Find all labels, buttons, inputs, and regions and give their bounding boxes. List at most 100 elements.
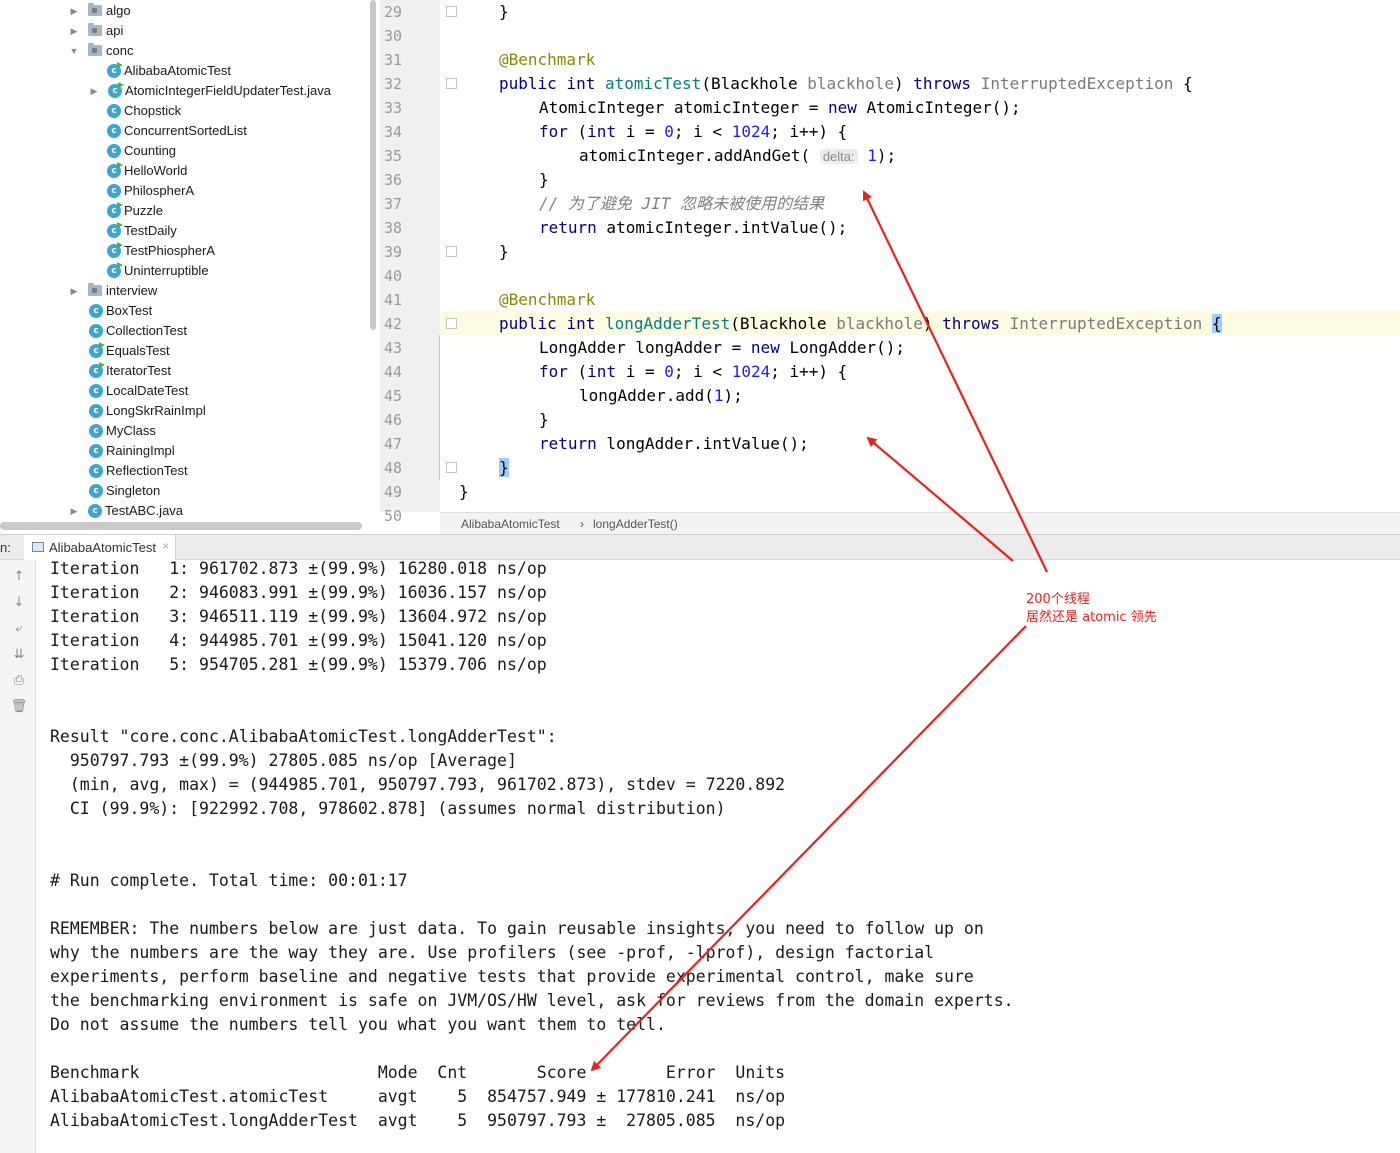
- code-token: }: [539, 170, 549, 189]
- tree-item[interactable]: c Chopstick: [0, 101, 370, 121]
- project-tree-vertical-scrollbar[interactable]: [370, 0, 376, 330]
- package-folder-icon: [88, 283, 102, 296]
- line-number: 32: [384, 75, 403, 93]
- tree-item[interactable]: ▶ algo: [0, 1, 370, 21]
- tree-item[interactable]: ▶ api: [0, 21, 370, 41]
- tree-item[interactable]: c BoxTest: [0, 301, 370, 321]
- annotation-note-line-2: 居然还是 atomic 领先: [1026, 610, 1157, 625]
- tree-item[interactable]: c ReflectionTest: [0, 461, 370, 481]
- annotation-note-line-1: 200个线程: [1026, 592, 1090, 607]
- line-number: 38: [384, 219, 403, 237]
- tree-item[interactable]: c HelloWorld: [0, 161, 370, 181]
- class-icon: c: [89, 404, 103, 418]
- code-token: {: [1173, 74, 1193, 93]
- number-token: 0: [664, 362, 674, 381]
- expand-arrow-down-icon[interactable]: ▼: [69, 41, 79, 61]
- fold-marker[interactable]: [446, 318, 457, 329]
- expand-arrow-right-icon[interactable]: ▶: [69, 1, 79, 21]
- tree-item[interactable]: c TestPhiospherA: [0, 241, 370, 261]
- tree-item-label: Uninterruptible: [124, 263, 209, 278]
- code-line-44: for (int i = 0; i < 1024; i++) {: [539, 360, 847, 384]
- project-tree-horizontal-scrollbar[interactable]: [0, 522, 362, 530]
- tree-item[interactable]: c Puzzle: [0, 201, 370, 221]
- print-icon[interactable]: ⎙: [10, 672, 28, 690]
- tree-item[interactable]: c EqualsTest: [0, 341, 370, 361]
- console-line: AlibabaAtomicTest.longAdderTest avgt 5 9…: [50, 1111, 786, 1130]
- expand-arrow-right-icon[interactable]: ▶: [89, 81, 99, 101]
- scroll-down-icon[interactable]: ↓: [10, 594, 28, 612]
- scroll-to-end-icon[interactable]: ⇊: [10, 646, 28, 664]
- tree-item[interactable]: c Uninterruptible: [0, 261, 370, 281]
- scroll-up-icon[interactable]: ↑: [10, 568, 28, 586]
- project-tree: ▶ algo ▶ api ▼ conc c AlibabaAtomicTest ▶ c Atomic…: [0, 0, 372, 521]
- tree-item-label: api: [106, 23, 124, 38]
- trash-icon[interactable]: 🗑: [10, 698, 28, 716]
- close-icon[interactable]: ×: [162, 539, 169, 553]
- tree-item[interactable]: c IteratorTest: [0, 361, 370, 381]
- code-line-31: @Benchmark: [499, 48, 595, 72]
- tree-item[interactable]: c AlibabaAtomicTest: [0, 61, 370, 81]
- tree-item[interactable]: c Counting: [0, 141, 370, 161]
- class-runnable-icon: c: [107, 224, 121, 238]
- keyword-token: public: [499, 314, 557, 333]
- keyword-token: new: [827, 98, 857, 117]
- tree-item-label: AtomicIntegerFieldUpdaterTest.java: [125, 83, 331, 98]
- tree-item[interactable]: ▼ conc: [0, 41, 370, 61]
- line-number: 35: [384, 147, 403, 165]
- line-number: 47: [384, 435, 403, 453]
- matched-brace: }: [499, 458, 509, 477]
- code-token: AtomicInteger();: [856, 98, 1021, 117]
- tree-item[interactable]: ▶ interview: [0, 281, 370, 301]
- tree-item[interactable]: ▶ c TestABC.java: [0, 501, 370, 521]
- code-token: longAdder.add(: [579, 386, 714, 405]
- breadcrumb-class[interactable]: AlibabaAtomicTest: [461, 513, 560, 535]
- tree-item-label: LongSkrRainImpl: [106, 403, 206, 418]
- tree-item[interactable]: c LocalDateTest: [0, 381, 370, 401]
- line-number: 31: [384, 51, 403, 69]
- fold-marker[interactable]: [446, 78, 457, 89]
- code-token: }: [459, 482, 469, 501]
- soft-wrap-icon[interactable]: ⤶: [10, 620, 28, 638]
- tree-item[interactable]: c LongSkrRainImpl: [0, 401, 370, 421]
- line-number: 33: [384, 99, 403, 117]
- tree-item[interactable]: c PhilospherA: [0, 181, 370, 201]
- code-token: ; i <: [673, 362, 732, 381]
- console-line: Iteration 3: 946511.119 ±(99.9%) 13604.9…: [50, 607, 547, 626]
- tree-item[interactable]: c ConcurrentSortedList: [0, 121, 370, 141]
- tree-item-label: TestABC.java: [105, 503, 184, 518]
- keyword-token: int: [587, 122, 617, 141]
- tree-item[interactable]: c Singleton: [0, 481, 370, 501]
- keyword-token: return: [539, 434, 597, 453]
- console-line: REMEMBER: The numbers below are just dat…: [50, 919, 984, 938]
- fold-marker[interactable]: [446, 462, 457, 473]
- class-icon: c: [89, 484, 103, 498]
- expand-arrow-right-icon[interactable]: ▶: [69, 281, 79, 301]
- code-line-39: }: [499, 240, 509, 264]
- breadcrumb-method[interactable]: longAdderTest(): [593, 513, 678, 535]
- code-token: LongAdder longAdder =: [539, 338, 751, 357]
- class-runnable-icon: c: [108, 84, 122, 98]
- expand-arrow-right-icon[interactable]: ▶: [69, 501, 79, 521]
- class-icon: c: [88, 504, 102, 518]
- class-runnable-icon: c: [107, 264, 121, 278]
- line-number: 43: [384, 339, 403, 357]
- code-line-49: }: [459, 480, 469, 504]
- tree-item[interactable]: c MyClass: [0, 421, 370, 441]
- expand-arrow-right-icon[interactable]: ▶: [69, 21, 79, 41]
- tree-item[interactable]: ▶ c AtomicIntegerFieldUpdaterTest.java: [0, 81, 370, 101]
- tree-item[interactable]: c TestDaily: [0, 221, 370, 241]
- fold-marker[interactable]: [446, 246, 457, 257]
- code-token: atomicInteger.intValue();: [596, 218, 848, 237]
- fold-marker[interactable]: [446, 6, 457, 17]
- number-token: 1024: [731, 122, 771, 141]
- tree-item[interactable]: c RainingImpl: [0, 441, 370, 461]
- class-icon: c: [89, 424, 103, 438]
- tree-item[interactable]: c CollectionTest: [0, 321, 370, 341]
- code-token: ): [893, 74, 914, 93]
- number-token: 0: [664, 122, 674, 141]
- console-line: AlibabaAtomicTest.atomicTest avgt 5 8547…: [50, 1087, 786, 1106]
- line-number: 39: [384, 243, 403, 261]
- matched-brace: {: [1211, 314, 1222, 333]
- tree-item-label: ConcurrentSortedList: [124, 123, 247, 138]
- tree-item-label: TestPhiospherA: [124, 243, 216, 258]
